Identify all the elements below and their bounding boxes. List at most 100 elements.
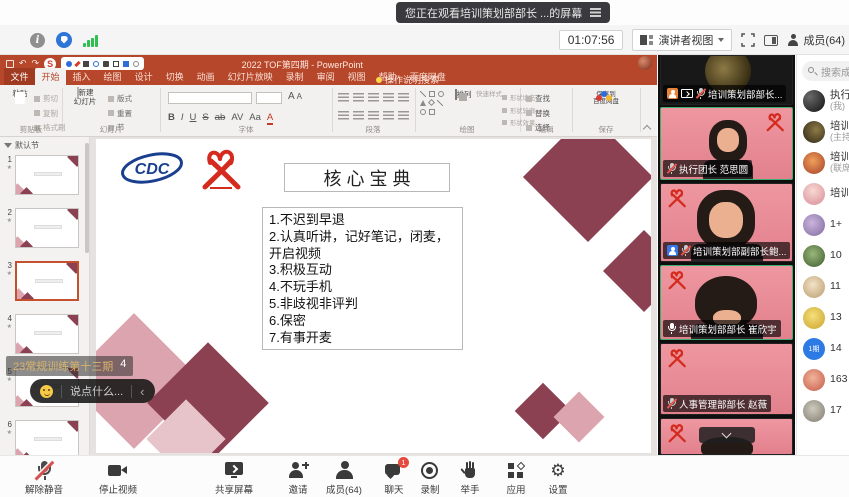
char-spacing-button[interactable]: AV [231, 112, 243, 123]
member-list-item[interactable]: 1期 14 [797, 333, 849, 364]
share-screen-button[interactable]: 共享屏幕 [208, 460, 260, 496]
ribbon-tab[interactable]: 动画 [190, 68, 221, 85]
grow-shrink-font-icons[interactable]: AA [288, 91, 304, 102]
arrange-button[interactable]: 排列 [452, 91, 474, 100]
slide-thumbnail[interactable]: 1★ [4, 155, 89, 195]
shapes-gallery[interactable] [420, 91, 448, 115]
emoji-icon[interactable] [40, 385, 53, 398]
ribbon-tab[interactable]: 幻灯片放映 [221, 68, 279, 85]
member-list-item[interactable]: 17 [797, 395, 849, 426]
font-color-button[interactable]: A [267, 113, 273, 125]
paragraph-icons-row2[interactable] [338, 111, 409, 120]
video-tile[interactable]: 培训策划部部长 崔欣宇 [660, 265, 793, 340]
banner-menu-icon[interactable] [590, 8, 601, 10]
slide-thumbnail[interactable]: 4★ [4, 314, 89, 354]
participant-name: 培训策划部部长 崔欣宇 [679, 322, 777, 336]
unmute-button[interactable]: 解除静音 [18, 460, 70, 496]
strikethrough-button[interactable]: S [202, 112, 208, 123]
ribbon-tab[interactable]: 切换 [159, 68, 190, 85]
video-tile[interactable]: 培训策划部部长... [660, 55, 793, 105]
collapse-videos-button[interactable] [699, 427, 755, 443]
ribbon-small-button[interactable]: 剪切 [34, 93, 66, 104]
section-header[interactable]: 默认节 [4, 140, 89, 151]
fullscreen-icon[interactable] [741, 33, 755, 47]
ribbon-small-button[interactable]: 复制 [34, 108, 66, 119]
meeting-info-icon[interactable]: i [30, 33, 45, 48]
layout-toggle-icon[interactable] [764, 35, 778, 46]
quick-chat-placeholder[interactable]: 说点什么... [70, 383, 123, 399]
slide-thumbnail[interactable]: 6★ [4, 420, 89, 455]
member-list-item[interactable]: 13 [797, 302, 849, 333]
font-size-box[interactable] [256, 92, 282, 104]
ribbon-small-button[interactable]: 版式 [108, 93, 132, 104]
slide-thumbnail[interactable]: 3★ [4, 261, 89, 301]
italic-button[interactable]: I [181, 112, 184, 123]
search-icon [808, 67, 817, 76]
member-list-item[interactable]: 163 [797, 364, 849, 395]
raise-hand-button[interactable]: 举手 [444, 460, 496, 496]
thumbnails-scrollbar[interactable] [85, 143, 89, 253]
ribbon-tab[interactable]: 设计 [128, 68, 159, 85]
pointer-icon[interactable] [66, 61, 72, 67]
members-button[interactable]: 成员(64) [318, 460, 370, 496]
ribbon-tab[interactable]: 插入 [66, 68, 97, 85]
new-slide-button[interactable]: 新建 幻灯片 [66, 89, 104, 106]
status-bar: i 01:07:56 演讲者视图 成员(64) [0, 25, 849, 55]
video-tile[interactable]: 培训策划部副部长鲍... [660, 183, 793, 262]
video-tile[interactable]: 人事管理部部长 赵薇 [660, 343, 793, 415]
shape-icon[interactable] [123, 61, 129, 67]
collapse-chat-icon[interactable]: ‹ [140, 385, 144, 398]
eraser-icon[interactable] [113, 61, 119, 67]
ribbon-tab[interactable]: 开始 [35, 68, 66, 85]
ribbon-tab[interactable]: 审阅 [310, 68, 341, 85]
change-case-button[interactable]: Aa [249, 112, 261, 123]
record-dot-icon[interactable] [93, 61, 99, 67]
ribbon-small-button[interactable]: 查找 [526, 93, 550, 104]
member-list-item[interactable]: 执行团长 范思圆 (我) [797, 85, 849, 116]
settings-button[interactable]: ⚙ 设置 [532, 460, 584, 496]
stop-video-button[interactable]: 停止视频 [92, 460, 144, 496]
slide-thumbnail[interactable]: 2★ [4, 208, 89, 248]
ribbon-tab[interactable]: 视图 [341, 68, 372, 85]
font-name-box[interactable] [168, 92, 252, 104]
video-tile[interactable] [660, 418, 793, 455]
collapse-ribbon-icon[interactable] [643, 125, 651, 133]
slide-body-box[interactable]: 1.不迟到早退2.认真听讲，记好笔记，闭麦，开启视频3.积极互动4.不玩手机5.… [262, 207, 463, 350]
watching-banner[interactable]: 您正在观看培训策划部部长 ...的屏幕 [396, 2, 610, 23]
paragraph-icons-row1[interactable] [338, 93, 409, 102]
ribbon-small-button[interactable]: 重置 [108, 108, 132, 119]
ribbon-tab[interactable]: 文件 [4, 68, 35, 85]
members-count-top[interactable]: 成员(64) [787, 32, 845, 48]
ribbon-small-button[interactable]: 替换 [526, 108, 550, 119]
slide-title-box[interactable]: 核心宝典 [284, 163, 450, 192]
security-shield-icon[interactable] [56, 32, 72, 48]
ppt-ribbon-tabs: 文件开始插入绘图设计切换动画幻灯片放映录制审阅视图帮助百度网盘 [0, 71, 657, 85]
bold-button[interactable]: B [168, 112, 175, 123]
member-search-input[interactable]: 搜索成员 [802, 61, 849, 81]
camera-snip-icon[interactable] [83, 61, 89, 67]
member-list-item[interactable]: 10 [797, 240, 849, 271]
ribbon-tab[interactable]: 绘图 [97, 68, 128, 85]
current-slide[interactable]: CDC 核心宝典 1.不迟到早退2.认真听讲，记好笔记，闭麦，开启视频3.积极互… [96, 139, 651, 453]
member-list-item[interactable]: 11 [797, 271, 849, 302]
ribbon-tab[interactable]: 录制 [279, 68, 310, 85]
board-icon[interactable] [103, 61, 109, 67]
member-list-item[interactable]: 培训策划部部长 (主持人) [797, 116, 849, 147]
save-to-baidu-button[interactable]: 保存到 百度网盘 [580, 91, 632, 106]
underline-button[interactable]: U [190, 112, 197, 123]
member-list-item[interactable]: 培训策划部 [797, 178, 849, 209]
quick-chat-bar[interactable]: 说点什么... ‹ [30, 379, 155, 403]
pen-icon[interactable] [74, 60, 80, 66]
chevron-down-icon [722, 429, 732, 439]
ppt-account-avatar[interactable] [638, 56, 652, 70]
view-mode-selector[interactable]: 演讲者视图 [632, 29, 732, 51]
paste-button[interactable]: 粘贴 [7, 90, 33, 99]
invite-button[interactable]: 邀请 [272, 460, 324, 496]
shadow-button[interactable]: ab [215, 112, 226, 123]
save-icon[interactable] [6, 60, 14, 68]
more-tools-icon[interactable] [133, 61, 139, 67]
video-tile[interactable]: 执行团长 范思圆 [660, 107, 793, 180]
member-list-item[interactable]: 培训策划部副部长 (联席主持人) [797, 147, 849, 178]
quick-styles-button[interactable]: 快速样式 [476, 91, 502, 98]
member-list-item[interactable]: 1+ [797, 209, 849, 240]
